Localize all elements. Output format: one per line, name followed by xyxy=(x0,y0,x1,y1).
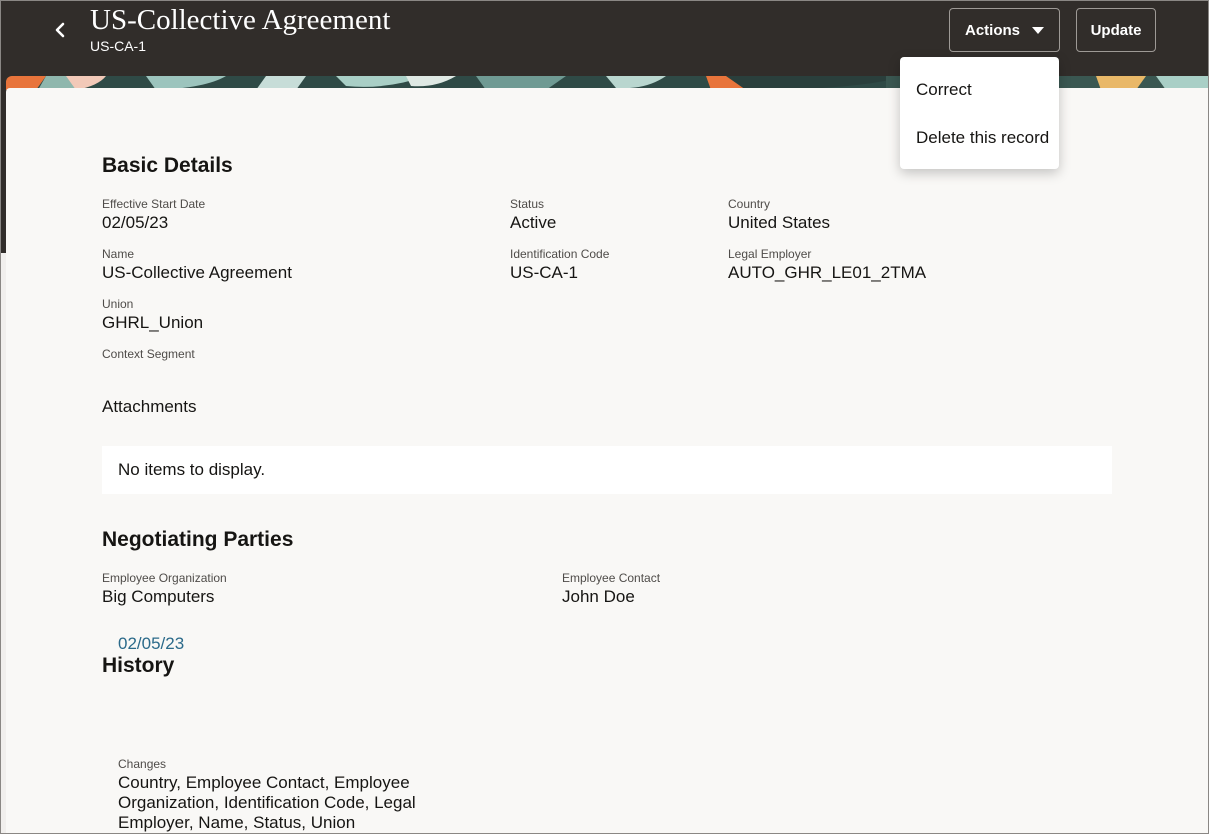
attachments-title: Attachments xyxy=(102,397,197,416)
effective-start-date-label: Effective Start Date xyxy=(102,197,206,211)
caret-down-icon xyxy=(1032,26,1044,34)
menu-item-delete-record-label: Delete this record xyxy=(916,128,1050,147)
identification-code-value: US-CA-1 xyxy=(510,263,579,282)
status-value: Active xyxy=(510,213,557,232)
page-title: US-Collective Agreement xyxy=(90,4,391,36)
menu-item-correct-label: Correct xyxy=(916,80,972,99)
employee-organization-label: Employee Organization xyxy=(102,571,227,585)
country-value: United States xyxy=(728,213,831,232)
history-entry-date-link[interactable]: 02/05/23 xyxy=(118,634,184,654)
attachments-empty-text: No items to display. xyxy=(118,460,266,479)
employee-organization-value: Big Computers xyxy=(102,587,215,606)
country-label: Country xyxy=(728,197,771,211)
context-segment-label: Context Segment xyxy=(102,347,195,361)
section-title-negotiating-parties: Negotiating Parties xyxy=(102,528,294,551)
status-label: Status xyxy=(510,197,545,211)
employee-contact-value: John Doe xyxy=(562,587,635,606)
actions-menu: Correct Delete this record xyxy=(900,57,1059,169)
section-title-basic-details: Basic Details xyxy=(102,154,233,177)
union-value: GHRL_Union xyxy=(102,313,204,332)
section-title-history: History xyxy=(102,654,175,677)
employee-contact-label: Employee Contact xyxy=(562,571,661,585)
update-button[interactable]: Update xyxy=(1076,8,1156,52)
legal-employer-label: Legal Employer xyxy=(728,247,812,261)
union-label: Union xyxy=(102,297,134,311)
history-changes-label: Changes xyxy=(118,757,167,771)
history-changes-value: Country, Employee Contact, Employee Orga… xyxy=(118,773,416,832)
legal-employer-value: AUTO_GHR_LE01_2TMA xyxy=(728,263,927,282)
back-button[interactable] xyxy=(44,14,76,46)
attachments-list: No items to display. xyxy=(102,446,1112,494)
actions-button[interactable]: Actions xyxy=(949,8,1060,52)
page-subtitle: US-CA-1 xyxy=(90,38,147,54)
name-label: Name xyxy=(102,247,135,261)
effective-start-date-value: 02/05/23 xyxy=(102,213,169,232)
chevron-left-icon xyxy=(55,22,65,38)
actions-button-label: Actions xyxy=(964,21,1020,39)
identification-code-label: Identification Code xyxy=(510,247,610,261)
update-button-label: Update xyxy=(1090,21,1142,39)
detail-content: Basic Details Effective Start Date 02/05… xyxy=(6,88,1209,834)
menu-item-delete-record[interactable]: Delete this record xyxy=(900,116,1059,160)
menu-item-correct[interactable]: Correct xyxy=(900,68,1059,112)
name-value: US-Collective Agreement xyxy=(102,263,292,282)
